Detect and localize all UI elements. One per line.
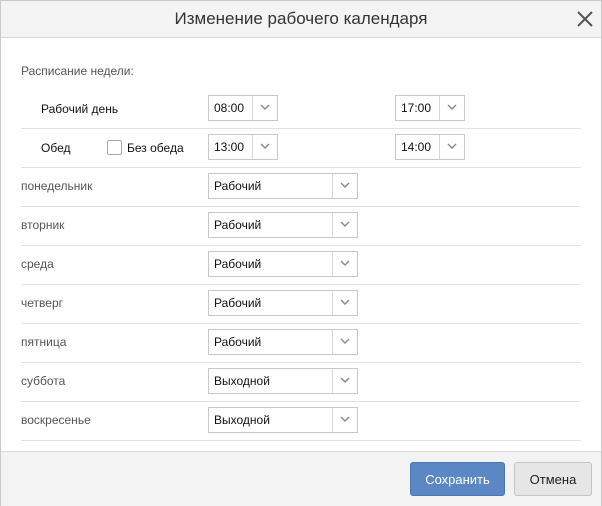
- save-button[interactable]: Сохранить: [410, 462, 505, 496]
- day-label: среда: [21, 257, 54, 271]
- day-row-friday: пятница Рабочий: [21, 324, 581, 363]
- dialog-title: Изменение рабочего календаря: [174, 9, 428, 28]
- day-type-select[interactable]: Выходной: [208, 368, 358, 394]
- day-type-select[interactable]: Рабочий: [208, 173, 358, 199]
- close-icon[interactable]: [574, 8, 596, 30]
- day-row-tuesday: вторник Рабочий: [21, 207, 581, 246]
- chevron-down-icon[interactable]: [332, 213, 357, 237]
- day-type-value: Рабочий: [214, 257, 262, 271]
- dialog-titlebar: Изменение рабочего календаря: [1, 1, 601, 38]
- chevron-down-icon[interactable]: [439, 96, 464, 120]
- no-lunch-label[interactable]: Без обеда: [127, 141, 184, 155]
- workday-start-value: 08:00: [214, 101, 245, 115]
- chevron-down-icon[interactable]: [252, 96, 277, 120]
- day-label: понедельник: [21, 179, 93, 193]
- day-type-select[interactable]: Рабочий: [208, 329, 358, 355]
- section-label: Расписание недели:: [21, 64, 134, 78]
- day-label: воскресенье: [21, 413, 91, 427]
- dialog-footer: Сохранить Отмена: [1, 451, 601, 506]
- lunch-start-select[interactable]: 13:00: [208, 134, 278, 160]
- workday-start-select[interactable]: 08:00: [208, 95, 278, 121]
- lunch-row: Обед Без обеда 13:00 14:00: [21, 129, 581, 168]
- chevron-down-icon[interactable]: [332, 291, 357, 315]
- chevron-down-icon[interactable]: [332, 408, 357, 432]
- chevron-down-icon[interactable]: [332, 252, 357, 276]
- lunch-label: Обед: [41, 141, 71, 155]
- chevron-down-icon[interactable]: [252, 135, 277, 159]
- lunch-start-value: 13:00: [214, 140, 245, 154]
- day-type-value: Рабочий: [214, 218, 262, 232]
- day-label: четверг: [21, 296, 63, 310]
- day-type-select[interactable]: Рабочий: [208, 290, 358, 316]
- day-row-monday: понедельник Рабочий: [21, 168, 581, 207]
- day-type-value: Рабочий: [214, 335, 262, 349]
- day-row-saturday: суббота Выходной: [21, 363, 581, 402]
- workday-end-value: 17:00: [401, 101, 432, 115]
- day-label: пятница: [21, 335, 67, 349]
- workday-row: Рабочий день 08:00 17:00: [21, 90, 581, 129]
- lunch-end-select[interactable]: 14:00: [395, 134, 465, 160]
- workday-label: Рабочий день: [41, 102, 119, 116]
- day-type-select[interactable]: Рабочий: [208, 251, 358, 277]
- chevron-down-icon[interactable]: [332, 369, 357, 393]
- day-type-value: Выходной: [214, 413, 270, 427]
- day-label: вторник: [21, 218, 65, 232]
- chevron-down-icon[interactable]: [332, 174, 357, 198]
- day-row-wednesday: среда Рабочий: [21, 246, 581, 285]
- day-row-thursday: четверг Рабочий: [21, 285, 581, 324]
- calendar-dialog: Изменение рабочего календаря Расписание …: [0, 0, 602, 506]
- cancel-button[interactable]: Отмена: [514, 462, 592, 496]
- day-type-value: Рабочий: [214, 179, 262, 193]
- day-row-sunday: воскресенье Выходной: [21, 402, 581, 441]
- chevron-down-icon[interactable]: [332, 330, 357, 354]
- lunch-end-value: 14:00: [401, 140, 432, 154]
- day-type-value: Выходной: [214, 374, 270, 388]
- day-type-select[interactable]: Выходной: [208, 407, 358, 433]
- no-lunch-checkbox[interactable]: [107, 140, 122, 155]
- day-type-value: Рабочий: [214, 296, 262, 310]
- chevron-down-icon[interactable]: [439, 135, 464, 159]
- day-type-select[interactable]: Рабочий: [208, 212, 358, 238]
- day-label: суббота: [21, 374, 66, 388]
- workday-end-select[interactable]: 17:00: [395, 95, 465, 121]
